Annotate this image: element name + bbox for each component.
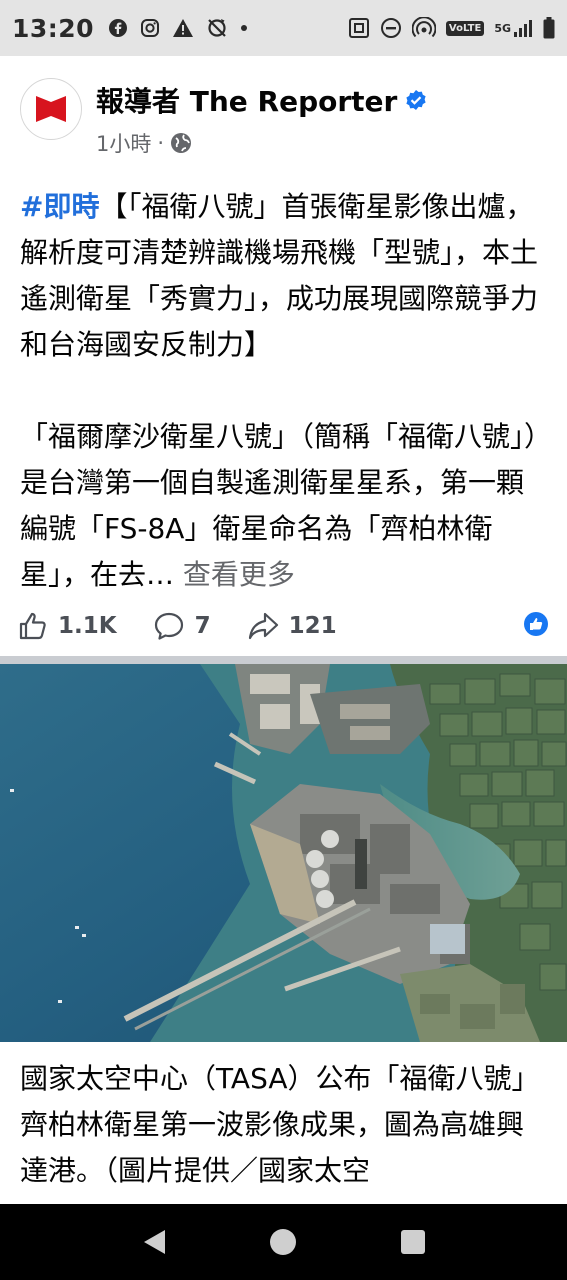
caption-text: 國家太空中心（TASA）公布「福衛八號」齊柏林衛星第一波影像成果，圖為高雄興達港…: [20, 1062, 540, 1187]
comment-icon: [154, 612, 183, 640]
recents-icon[interactable]: [400, 1229, 426, 1255]
satellite-image: [0, 664, 567, 1042]
globe-icon: [171, 133, 192, 153]
share-icon: [248, 612, 278, 640]
reporter-logo-icon: [36, 96, 66, 122]
volte-label: VoLTE: [448, 22, 482, 34]
thumbs-up-icon: [19, 612, 46, 640]
reaction-summary[interactable]: [523, 611, 549, 641]
like-count: 1.1K: [58, 613, 117, 639]
post-actions: 1.1K 7 121: [18, 604, 549, 648]
see-more-link[interactable]: 查看更多: [183, 558, 295, 591]
satellite-photo[interactable]: [0, 664, 567, 1042]
instagram-notification-icon: [140, 18, 160, 38]
warning-icon: [172, 18, 194, 38]
post-meta: 1小時 ·: [96, 128, 192, 158]
meta-separator: ·: [157, 131, 165, 155]
share-count: 121: [288, 613, 337, 639]
status-bar: 13:20 VoLTE 5G: [0, 0, 567, 56]
more-notifications-dot-icon: [240, 24, 248, 32]
like-reaction-icon: [524, 612, 548, 636]
back-icon[interactable]: [141, 1228, 167, 1256]
like-button[interactable]: 1.1K: [18, 611, 117, 641]
post-body-paragraph: 「福爾摩沙衛星八號」（簡稱「福衛八號」）是台灣第一個自製遙測衛星星系，第一顆編號…: [20, 414, 550, 598]
hashtag-link[interactable]: #即時: [20, 190, 99, 223]
home-icon[interactable]: [269, 1228, 297, 1256]
sync-off-icon: [206, 17, 228, 39]
network-type: 5G: [494, 21, 511, 35]
system-nav-bar: [0, 1204, 567, 1280]
facebook-notification-icon: [108, 18, 128, 38]
post-timestamp[interactable]: 1小時: [96, 128, 151, 158]
page-avatar[interactable]: [20, 78, 82, 140]
status-time: 13:20: [12, 13, 95, 43]
post-text: #即時【「福衛八號」首張衛星影像出爐，解析度可清楚辨識機場飛機「型號」，本土遙測…: [20, 184, 550, 598]
page-name-text[interactable]: 報導者 The Reporter: [96, 80, 397, 120]
post-card: 報導者 The Reporter 1小時 · #即時【「福衛八號」首張衛星影像出…: [0, 56, 567, 656]
post-headline-paragraph: #即時【「福衛八號」首張衛星影像出爐，解析度可清楚辨識機場飛機「型號」，本土遙測…: [20, 184, 550, 368]
post-header: 報導者 The Reporter 1小時 ·: [20, 76, 547, 156]
page-name[interactable]: 報導者 The Reporter: [96, 80, 427, 120]
volte-icon: VoLTE: [445, 20, 485, 36]
battery-icon: [543, 17, 555, 39]
comment-button[interactable]: 7: [153, 611, 211, 641]
photo-caption: 國家太空中心（TASA）公布「福衛八號」齊柏林衛星第一波影像成果，圖為高雄興達港…: [0, 1042, 567, 1204]
hotspot-icon: [411, 17, 436, 39]
comment-count: 7: [194, 613, 211, 639]
signal-5g-icon: 5G: [494, 19, 533, 37]
do-not-disturb-icon: [380, 17, 402, 39]
verified-badge-icon: [406, 90, 426, 110]
share-button[interactable]: 121: [247, 611, 337, 641]
feed-divider: [0, 656, 567, 664]
nfc-icon: [348, 17, 370, 39]
